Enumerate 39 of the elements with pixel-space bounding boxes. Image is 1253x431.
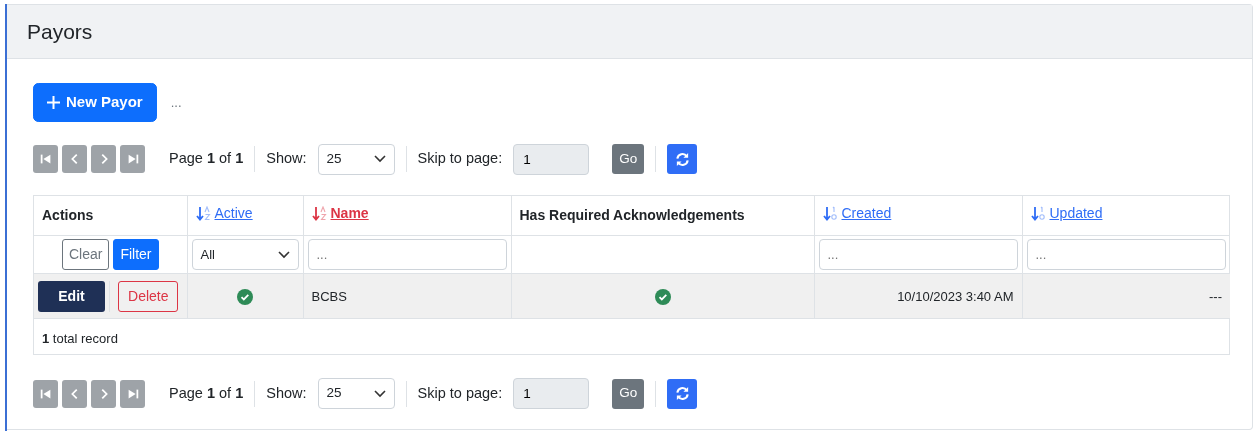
column-header: Has Required Acknowledgements (519, 206, 745, 223)
refresh-button[interactable] (667, 144, 698, 174)
page-indicator-text: Page 1 of 1 (169, 149, 244, 169)
table-cell: --- (1209, 288, 1222, 304)
refresh-button[interactable] (667, 378, 698, 409)
clear-button[interactable]: Clear (61, 239, 110, 270)
sort-column-link[interactable]: Created (822, 203, 892, 225)
table-cell: BCBS (311, 288, 347, 304)
edit-button[interactable]: Edit (38, 280, 105, 312)
page-title: Payors (27, 18, 93, 45)
sort-column-link[interactable]: Updated (1030, 203, 1103, 225)
ellipsis-text: ... (170, 93, 182, 112)
chevron-down-icon (373, 155, 386, 163)
sort-alpha-icon (195, 206, 211, 222)
skip-start-icon (38, 152, 53, 166)
delete-button[interactable]: Delete (118, 280, 179, 312)
chevron-down-icon (373, 389, 386, 398)
skip-to-page-label: Skip to page: (417, 383, 503, 403)
sort-numeric-icon (1030, 206, 1046, 222)
show-label: Show: (266, 383, 307, 403)
filter-field[interactable]: ... (1026, 239, 1226, 270)
filter-field[interactable]: ... (307, 239, 507, 270)
filter-select[interactable]: All (191, 239, 299, 270)
filter-button[interactable]: Filter (113, 239, 159, 270)
chevron-down-icon (277, 250, 290, 259)
new-payor-button[interactable]: New Payor (33, 83, 157, 122)
filter-field[interactable]: ... (818, 239, 1018, 270)
plus-icon (47, 95, 60, 109)
sort-numeric-icon (822, 206, 838, 222)
skip-to-page-label: Skip to page: (417, 149, 503, 169)
table-cell: 10/10/2023 3:40 AM (897, 288, 1014, 304)
refresh-icon (674, 386, 690, 401)
total-records-text: 1 total record (41, 330, 119, 348)
show-label: Show: (266, 149, 307, 169)
sort-column-link[interactable]: Name (311, 203, 369, 225)
page-indicator-text: Page 1 of 1 (169, 383, 244, 403)
sort-alpha-icon (311, 206, 327, 222)
refresh-icon (674, 151, 690, 167)
column-header: Actions (42, 206, 94, 223)
